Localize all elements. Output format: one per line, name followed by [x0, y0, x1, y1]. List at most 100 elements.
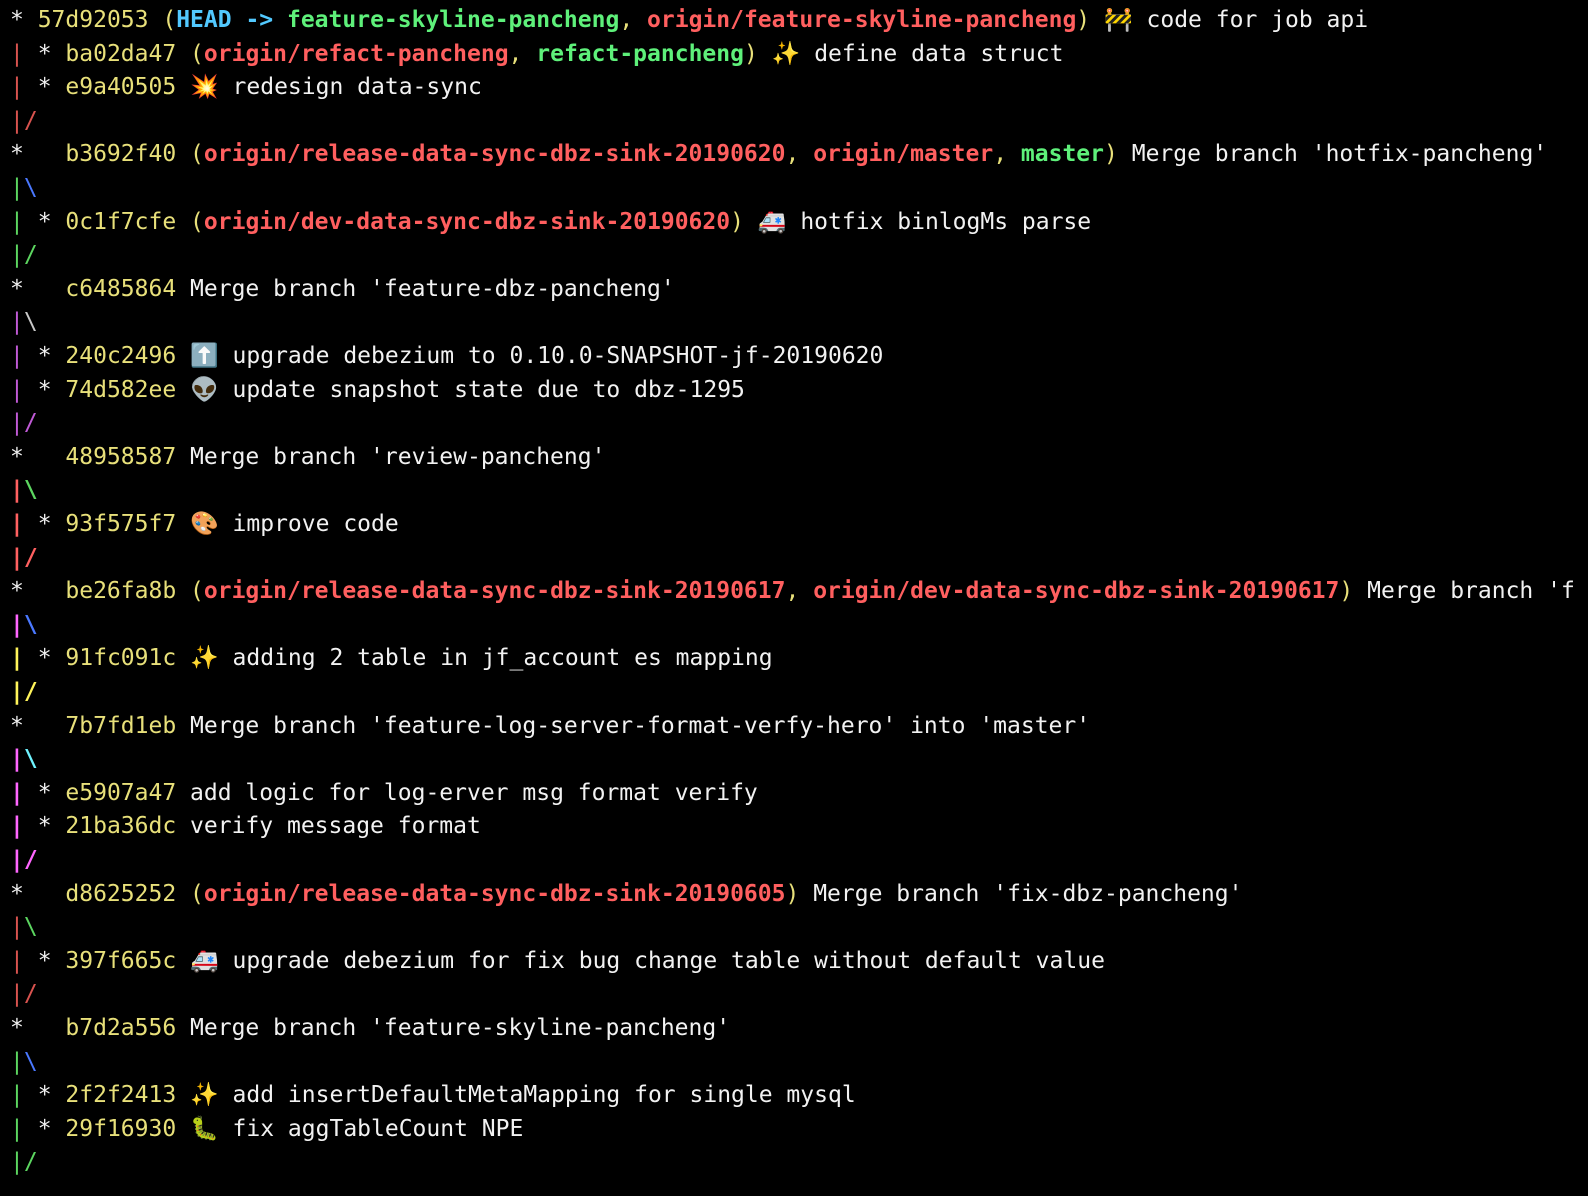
graph-segment: *: [37, 376, 66, 403]
ref-separator: ,: [508, 40, 537, 67]
arrow-up-icon: ⬆️: [190, 343, 219, 369]
graph-segment: |: [10, 343, 38, 369]
commit-message: define data struct: [814, 40, 1064, 67]
graph-line: |\: [10, 172, 38, 205]
commit-line: * c6485864 Merge branch 'feature-dbz-pan…: [10, 273, 675, 306]
graph-segment: |: [10, 175, 24, 201]
graph-segment: |/: [10, 544, 38, 571]
commit-hash: ba02da47: [65, 40, 177, 67]
ref-paren-close: ): [785, 880, 800, 907]
commit-message: adding 2 table in jf_account es mapping: [232, 645, 773, 672]
graph-segment: *: [10, 275, 66, 302]
local-branch-ref: refact-pancheng: [536, 40, 744, 67]
local-branch-ref: master: [1020, 141, 1104, 168]
commit-message: Merge branch 'review-pancheng': [190, 443, 606, 470]
commit-message: redesign data-sync: [232, 74, 482, 101]
graph-segment: |: [10, 611, 24, 638]
graph-line: |\: [10, 609, 38, 642]
graph-segment: \: [23, 1048, 38, 1075]
remote-branch-ref: origin/release-data-sync-dbz-sink-201906…: [203, 578, 786, 605]
commit-line: | * 93f575f7 🎨 improve code: [10, 508, 399, 541]
graph-segment: |: [10, 477, 24, 504]
graph-segment: |/: [10, 242, 38, 269]
ambulance-icon: 🚑: [190, 947, 219, 974]
commit-message: Merge branch 'f: [1367, 578, 1575, 605]
remote-branch-ref: origin/refact-pancheng: [203, 40, 509, 67]
graph-segment: \: [23, 477, 38, 504]
graph-segment: |: [10, 746, 24, 773]
commit-line: | * 74d582ee 👽 update snapshot state due…: [10, 374, 745, 407]
ref-paren-open: (: [190, 40, 204, 67]
graph-segment: |: [10, 914, 24, 941]
graph-segment: |/: [10, 679, 38, 705]
commit-hash: 74d582ee: [65, 376, 177, 403]
graph-segment: *: [10, 1015, 66, 1041]
head-ref: HEAD ->: [176, 7, 287, 33]
commit-hash: 57d92053: [37, 7, 149, 33]
commit-message: improve code: [232, 511, 399, 537]
commit-line: * 7b7fd1eb Merge branch 'feature-log-ser…: [10, 710, 1090, 743]
graph-segment: |/: [10, 847, 38, 873]
graph-segment: *: [37, 947, 66, 974]
sparkles-icon: ✨: [190, 1082, 219, 1109]
graph-segment: |: [10, 511, 38, 537]
sparkles-icon: ✨: [190, 645, 219, 672]
commit-message: fix aggTableCount NPE: [232, 1115, 524, 1142]
graph-segment: *: [37, 813, 66, 840]
ref-paren-open: (: [190, 578, 204, 605]
commit-hash: c6485864: [65, 275, 177, 302]
graph-segment: |: [10, 813, 38, 840]
commit-message: Merge branch 'feature-dbz-pancheng': [190, 275, 675, 302]
graph-segment: *: [37, 645, 66, 672]
graph-segment: \: [23, 309, 38, 336]
graph-segment: *: [37, 779, 66, 806]
commit-hash: 240c2496: [65, 343, 177, 369]
graph-line: |/: [10, 844, 38, 877]
graph-segment: |: [10, 779, 38, 806]
graph-segment: |: [10, 1115, 38, 1142]
commit-line: * be26fa8b (origin/release-data-sync-dbz…: [10, 575, 1575, 608]
remote-branch-ref: origin/release-data-sync-dbz-sink-201906…: [203, 880, 786, 907]
commit-hash: b3692f40: [65, 141, 177, 168]
commit-line: * 57d92053 (HEAD -> feature-skyline-panc…: [10, 4, 1368, 37]
graph-segment: *: [37, 74, 66, 101]
ref-separator: ,: [785, 141, 814, 168]
graph-line: |\: [10, 474, 38, 507]
commit-line: | * e5907a47 add logic for log-erver msg…: [10, 777, 758, 810]
commit-hash: e5907a47: [65, 779, 177, 806]
remote-branch-ref: origin/dev-data-sync-dbz-sink-20190620: [203, 208, 731, 235]
graph-segment: |: [10, 376, 38, 403]
commit-hash: d8625252: [65, 880, 177, 907]
construction-icon: 🚧: [1104, 7, 1133, 33]
commit-line: | * ba02da47 (origin/refact-pancheng, re…: [10, 38, 1063, 71]
commit-message: add logic for log-erver msg format verif…: [190, 779, 758, 806]
sparkles-icon: ✨: [771, 40, 801, 67]
commit-hash: be26fa8b: [65, 578, 177, 605]
commit-message: update snapshot state due to dbz-1295: [232, 376, 745, 403]
graph-segment: *: [37, 343, 66, 369]
graph-segment: |: [10, 1048, 24, 1075]
terminal-window[interactable]: * 57d92053 (HEAD -> feature-skyline-panc…: [0, 0, 1588, 1196]
graph-line: |/: [10, 105, 38, 138]
graph-segment: |/: [10, 981, 38, 1008]
graph-line: |/: [10, 542, 38, 575]
graph-segment: \: [23, 611, 38, 638]
graph-line: |\: [10, 911, 38, 944]
commit-message: upgrade debezium to 0.10.0-SNAPSHOT-jf-2…: [232, 343, 884, 369]
ref-separator: ,: [785, 578, 814, 605]
graph-segment: *: [10, 7, 38, 33]
commit-line: | * 0c1f7cfe (origin/dev-data-sync-dbz-s…: [10, 206, 1091, 239]
graph-segment: |/: [10, 1149, 38, 1176]
commit-line: * b7d2a556 Merge branch 'feature-skyline…: [10, 1012, 730, 1045]
remote-branch-ref: origin/dev-data-sync-dbz-sink-20190617: [813, 578, 1340, 605]
commit-line: | * 91fc091c ✨ adding 2 table in jf_acco…: [10, 642, 773, 675]
graph-segment: |: [10, 74, 38, 101]
graph-segment: |: [10, 309, 24, 336]
commit-hash: b7d2a556: [65, 1015, 177, 1041]
commit-message: upgrade debezium for fix bug change tabl…: [232, 947, 1105, 974]
ref-separator: ,: [619, 7, 648, 33]
commit-hash: 0c1f7cfe: [65, 208, 177, 235]
remote-branch-ref: origin/release-data-sync-dbz-sink-201906…: [203, 141, 786, 168]
graph-line: |/: [10, 676, 38, 709]
remote-branch-ref: origin/master: [813, 141, 994, 168]
